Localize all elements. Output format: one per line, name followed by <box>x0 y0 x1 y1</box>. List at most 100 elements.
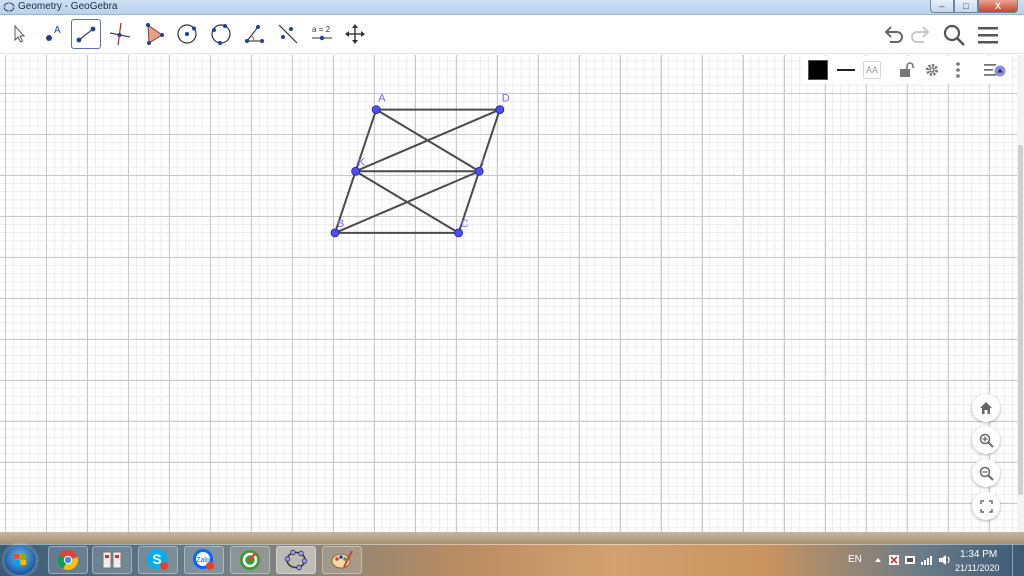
search-button[interactable] <box>940 21 968 49</box>
cleaner-icon <box>240 550 260 570</box>
skype-icon: S <box>147 549 168 570</box>
clock-date[interactable]: 21/11/2020 <box>955 563 999 573</box>
point-C[interactable] <box>454 228 464 238</box>
point-tool-label: A <box>54 25 61 36</box>
point-icon: A <box>46 25 61 41</box>
arrow-cursor-icon <box>14 24 26 43</box>
settings-button[interactable] <box>920 58 944 82</box>
lock-button[interactable] <box>894 58 918 82</box>
maximize-button[interactable]: □ <box>954 0 978 13</box>
signal-icon[interactable] <box>920 554 934 566</box>
title-bar: Geometry - GeoGebra – □ X <box>0 0 1024 15</box>
undo-icon <box>884 26 903 43</box>
circle-three-points-tool[interactable] <box>206 19 236 49</box>
angle-tool[interactable] <box>240 19 270 49</box>
more-icon <box>956 62 960 78</box>
perpendicular-line-tool[interactable] <box>105 19 135 49</box>
search-icon <box>943 24 965 46</box>
toolbar: A a = 2 <box>0 16 1024 54</box>
construction-drawing[interactable]: A D K I B C <box>0 55 1017 532</box>
text-size-button[interactable]: AA <box>860 58 884 82</box>
text-size-label: AA <box>862 61 881 79</box>
circle-three-points-icon <box>211 24 231 45</box>
point-label-D: D <box>502 93 510 105</box>
scrollbar-thumb[interactable] <box>1018 145 1023 495</box>
system-tray: EN 1:34 PM 21/11/2020 <box>834 544 1024 576</box>
move-tool[interactable] <box>4 19 34 49</box>
line-style-icon <box>837 69 855 71</box>
geogebra-icon <box>284 549 308 571</box>
clock-time[interactable]: 1:34 PM <box>960 549 997 560</box>
zoom-out-button[interactable] <box>972 459 1000 487</box>
point-label-K: K <box>358 156 366 168</box>
slider-icon: a = 2 <box>312 25 332 41</box>
zoom-in-button[interactable] <box>972 426 1000 454</box>
segment-DK[interactable] <box>355 108 501 173</box>
taskbar-chrome[interactable] <box>48 546 88 574</box>
undo-button[interactable] <box>880 21 908 49</box>
minimize-button[interactable]: – <box>930 0 954 13</box>
toggle-stylebar-button[interactable] <box>982 58 1008 82</box>
move-arrows-icon <box>345 24 365 44</box>
volume-icon[interactable] <box>938 554 952 566</box>
toggle-stylebar-icon <box>984 64 1006 77</box>
point-A[interactable] <box>371 105 381 114</box>
segment-icon <box>76 26 96 43</box>
polygon-tool[interactable] <box>139 19 169 49</box>
redo-icon <box>911 26 930 43</box>
redo-button[interactable] <box>906 21 934 49</box>
calculator-icon <box>102 551 122 569</box>
show-desktop-button[interactable] <box>1012 544 1024 576</box>
menu-button[interactable] <box>974 21 1002 49</box>
point-D[interactable] <box>495 105 505 114</box>
move-graphics-view-tool[interactable] <box>340 19 370 49</box>
graphics-view[interactable]: A D K I B C <box>0 55 1017 532</box>
perpendicular-icon <box>109 22 131 46</box>
close-button[interactable]: X <box>978 0 1018 13</box>
gear-icon <box>926 64 938 76</box>
taskbar-geogebra[interactable] <box>276 546 316 574</box>
taskbar-skype[interactable]: S <box>138 546 178 574</box>
point-I[interactable] <box>474 166 484 176</box>
reflect-tool[interactable] <box>273 19 303 49</box>
zoom-in-icon <box>979 433 994 448</box>
triangle-icon <box>146 23 164 45</box>
point-B[interactable] <box>330 228 340 238</box>
home-button[interactable] <box>972 394 1000 422</box>
fullscreen-button[interactable] <box>972 492 1000 520</box>
taskbar-zalo[interactable]: Zalo <box>184 546 224 574</box>
taskbar-cleaner[interactable] <box>230 546 270 574</box>
zalo-icon: Zalo <box>193 549 214 570</box>
show-hidden-icons-icon[interactable] <box>874 556 882 564</box>
windows-logo-icon <box>14 554 26 565</box>
menu-icon <box>978 27 998 44</box>
more-button[interactable] <box>948 58 968 82</box>
circle-icon <box>177 24 197 44</box>
angle-icon <box>245 25 264 43</box>
segment-tool[interactable] <box>71 19 101 49</box>
reflect-icon <box>278 24 298 44</box>
geogebra-app-icon <box>3 1 15 13</box>
taskbar-calculator[interactable] <box>92 546 132 574</box>
slider-tool-label: a = 2 <box>312 25 331 34</box>
point-label-B: B <box>337 218 344 230</box>
point-K[interactable] <box>351 166 361 176</box>
geogebra-window: Geometry - GeoGebra – □ X A a = 2 A D K … <box>0 0 1024 576</box>
color-button[interactable] <box>806 58 830 82</box>
network-warning-icon[interactable] <box>888 554 900 566</box>
lock-icon <box>900 62 914 77</box>
device-icon[interactable] <box>904 554 916 566</box>
fullscreen-icon <box>979 499 993 513</box>
zoom-out-icon <box>979 466 994 481</box>
vertical-scrollbar[interactable] <box>1017 55 1024 532</box>
point-tool[interactable]: A <box>38 19 68 49</box>
language-indicator[interactable]: EN <box>848 554 862 565</box>
line-style-button[interactable] <box>834 58 858 82</box>
taskbar-paint[interactable] <box>322 546 362 574</box>
circle-center-point-tool[interactable] <box>172 19 202 49</box>
slider-tool[interactable]: a = 2 <box>307 19 337 49</box>
segment-BI[interactable] <box>334 170 480 234</box>
style-bar: AA <box>802 56 1010 84</box>
start-button[interactable] <box>4 545 36 575</box>
desktop-strip <box>0 532 1024 544</box>
